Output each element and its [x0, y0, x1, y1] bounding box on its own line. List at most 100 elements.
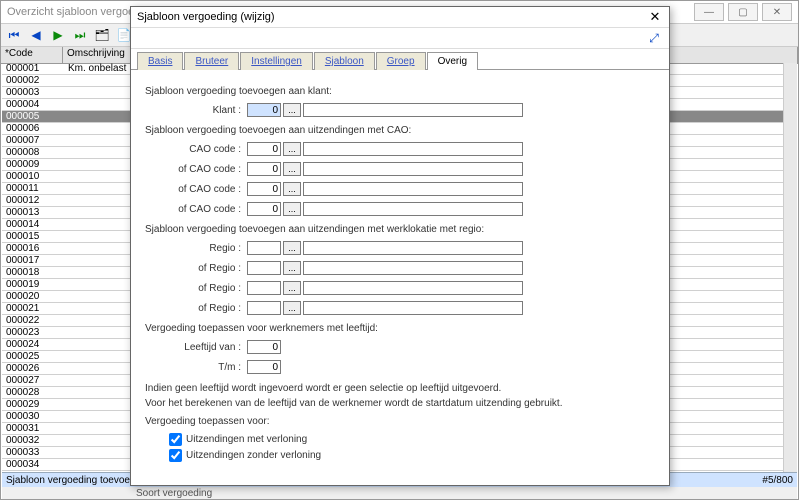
lookup-reg1[interactable]: ... [283, 241, 301, 255]
cell-code: 000017 [2, 255, 64, 266]
cell-code: 000008 [2, 147, 64, 158]
cell-code: 000022 [2, 315, 64, 326]
note-2: Voor het berekenen van de leeftijd van d… [145, 397, 655, 410]
tab-instellingen[interactable]: Instellingen [240, 52, 313, 70]
cell-code: 000010 [2, 171, 64, 182]
lookup-cao4[interactable]: ... [283, 202, 301, 216]
nav-first-icon[interactable]: ⏮ [5, 26, 23, 44]
vertical-scrollbar[interactable] [783, 63, 797, 473]
lookup-reg2[interactable]: ... [283, 261, 301, 275]
checkbox-zonder-verloning[interactable] [169, 449, 182, 462]
input-cao4[interactable] [247, 202, 281, 216]
label-cao2: of CAO code : [145, 164, 247, 175]
display-cao2 [303, 162, 523, 176]
lookup-reg4[interactable]: ... [283, 301, 301, 315]
tab-groep[interactable]: Groep [376, 52, 426, 70]
nav-prev-icon[interactable]: ◀ [27, 26, 45, 44]
minimize-button[interactable]: — [694, 3, 724, 21]
display-klant [303, 103, 523, 117]
lookup-cao3[interactable]: ... [283, 182, 301, 196]
label-reg4: of Regio : [145, 303, 247, 314]
section-cao: Sjabloon vergoeding toevoegen aan uitzen… [145, 125, 655, 136]
cell-code: 000001 [2, 63, 64, 74]
col-header-code[interactable]: *Code [1, 47, 63, 63]
section-regio: Sjabloon vergoeding toevoegen aan uitzen… [145, 224, 655, 235]
input-cao3[interactable] [247, 182, 281, 196]
nav-next-icon[interactable]: ▶ [49, 26, 67, 44]
status-right: #5/800 [762, 475, 793, 486]
display-reg4 [303, 301, 523, 315]
cell-code: 000034 [2, 459, 64, 470]
cell-code: 000016 [2, 243, 64, 254]
tab-basis[interactable]: Basis [137, 52, 183, 70]
cell-code: 000012 [2, 195, 64, 206]
dialog-body: Sjabloon vergoeding toevoegen aan klant:… [131, 70, 669, 485]
cell-code: 000033 [2, 447, 64, 458]
dialog-tabs: BasisBruteerInstellingenSjabloonGroepOve… [131, 49, 669, 70]
tab-overig[interactable]: Overig [427, 52, 478, 70]
tab-sjabloon[interactable]: Sjabloon [314, 52, 375, 70]
cell-code: 000032 [2, 435, 64, 446]
dialog-window: Sjabloon vergoeding (wijzig) ✕ ⤢ BasisBr… [130, 6, 670, 486]
input-leeftijd-van[interactable] [247, 340, 281, 354]
cell-code: 000002 [2, 75, 64, 86]
display-reg1 [303, 241, 523, 255]
card-view-icon[interactable]: 🗂 [93, 26, 111, 44]
close-button[interactable]: ✕ [762, 3, 792, 21]
input-leeftijd-tm[interactable] [247, 360, 281, 374]
display-cao4 [303, 202, 523, 216]
display-reg3 [303, 281, 523, 295]
cell-code: 000007 [2, 135, 64, 146]
cell-code: 000014 [2, 219, 64, 230]
label-ltm: T/m : [145, 362, 247, 373]
cell-code: 000025 [2, 351, 64, 362]
status-bar-2: Soort vergoeding [2, 487, 797, 499]
maximize-button[interactable]: ▢ [728, 3, 758, 21]
cell-code: 000019 [2, 279, 64, 290]
lookup-cao2[interactable]: ... [283, 162, 301, 176]
label-cao3: of CAO code : [145, 184, 247, 195]
dialog-toolbar: ⤢ [131, 28, 669, 49]
input-reg3[interactable] [247, 281, 281, 295]
tab-bruteer[interactable]: Bruteer [184, 52, 239, 70]
cell-code: 000009 [2, 159, 64, 170]
section-toepassen: Vergoeding toepassen voor: [145, 416, 655, 427]
lookup-reg3[interactable]: ... [283, 281, 301, 295]
display-cao1 [303, 142, 523, 156]
display-reg2 [303, 261, 523, 275]
section-klant: Sjabloon vergoeding toevoegen aan klant: [145, 86, 655, 97]
cell-code: 000003 [2, 87, 64, 98]
label-reg1: Regio : [145, 243, 247, 254]
nav-last-icon[interactable]: ⏭ [71, 26, 89, 44]
checkbox-met-verloning[interactable] [169, 433, 182, 446]
cell-code: 000004 [2, 99, 64, 110]
input-reg1[interactable] [247, 241, 281, 255]
section-leeftijd: Vergoeding toepassen voor werknemers met… [145, 323, 655, 334]
label-cao4: of CAO code : [145, 204, 247, 215]
input-klant[interactable] [247, 103, 281, 117]
cell-code: 000021 [2, 303, 64, 314]
cell-code: 000005 [2, 111, 64, 122]
input-cao1[interactable] [247, 142, 281, 156]
label-chk2: Uitzendingen zonder verloning [186, 450, 321, 461]
cell-code: 000013 [2, 207, 64, 218]
label-lvan: Leeftijd van : [145, 342, 247, 353]
dialog-close-icon[interactable]: ✕ [647, 9, 663, 25]
cell-code: 000030 [2, 411, 64, 422]
lookup-cao1[interactable]: ... [283, 142, 301, 156]
label-chk1: Uitzendingen met verloning [186, 434, 307, 445]
cell-code: 000027 [2, 375, 64, 386]
cell-code: 000031 [2, 423, 64, 434]
status2-text: Soort vergoeding [136, 488, 212, 499]
lookup-klant[interactable]: ... [283, 103, 301, 117]
restore-icon[interactable]: ⤢ [645, 29, 663, 47]
cell-code: 000026 [2, 363, 64, 374]
cell-code: 000015 [2, 231, 64, 242]
cell-code: 000018 [2, 267, 64, 278]
cell-code: 000020 [2, 291, 64, 302]
input-reg4[interactable] [247, 301, 281, 315]
input-cao2[interactable] [247, 162, 281, 176]
cell-code: 000023 [2, 327, 64, 338]
cell-code: 000011 [2, 183, 64, 194]
input-reg2[interactable] [247, 261, 281, 275]
